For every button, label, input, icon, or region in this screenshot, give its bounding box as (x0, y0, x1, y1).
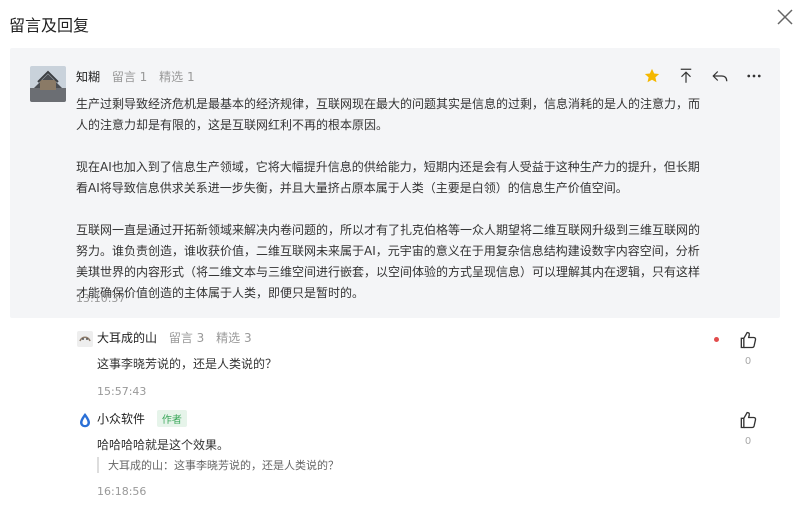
more-icon[interactable] (744, 66, 764, 86)
reply-icon[interactable] (710, 66, 730, 86)
comment-count: 留言 1 (111, 70, 148, 84)
reply-author-name[interactable]: 大耳成的山 (97, 331, 157, 345)
author-logo-icon[interactable] (77, 412, 93, 428)
featured-count: 精选 1 (159, 70, 195, 84)
main-comment-card: 知糊 留言 1 精选 1 生产过剩导致经济危机是最基本的经济规律，互联网现在最大… (10, 48, 780, 318)
reply-text: 这事李晓芳说的，还是人类说的？ (97, 357, 278, 371)
panel-title: 留言及回复 (9, 16, 90, 35)
comment-paragraph: 互联网一直是通过开拓新领域来解决内卷问题的，所以才有了扎克伯格等一众人期望将二维… (76, 223, 701, 300)
like-button[interactable]: 0 (738, 330, 758, 367)
like-count: 0 (744, 436, 752, 447)
avatar[interactable] (30, 66, 66, 102)
reply-author-line: 小众软件 作者 (97, 410, 187, 427)
reply-author-line: 大耳成的山 留言 3 精选 3 (97, 329, 252, 346)
comment-paragraph: 生产过剩导致经济危机是最基本的经济规律，互联网现在最大的问题其实是信息的过剩，信… (76, 97, 701, 132)
reply-text: 哈哈哈哈就是这个效果。 (97, 438, 230, 452)
author-badge: 作者 (156, 410, 187, 427)
like-button[interactable]: 0 (738, 410, 758, 447)
quoted-reply: 大耳成的山：这事李晓芳说的，还是人类说的？ (97, 457, 339, 473)
thumbs-up-icon (740, 331, 757, 349)
comment-timestamp: 13:10:37 (76, 292, 126, 305)
close-icon[interactable] (774, 6, 796, 28)
reply-timestamp: 16:18:56 (97, 485, 147, 498)
thumbs-up-icon (740, 411, 757, 429)
featured-count: 精选 3 (216, 331, 252, 345)
comment-paragraph: 现在AI也加入到了信息生产领域，它将大幅提升信息的供给能力，短期内还是会有人受益… (76, 160, 700, 195)
star-icon[interactable] (642, 66, 662, 86)
comment-content: 生产过剩导致经济危机是最基本的经济规律，互联网现在最大的问题其实是信息的过剩，信… (76, 94, 706, 304)
pin-top-icon[interactable] (676, 66, 696, 86)
comment-actions (642, 66, 764, 86)
comment-count: 留言 3 (168, 331, 205, 345)
like-count: 0 (744, 356, 752, 367)
reply-timestamp: 15:57:43 (97, 385, 147, 398)
unread-dot (714, 337, 719, 342)
avatar[interactable] (77, 331, 93, 347)
comment-author-line: 知糊 留言 1 精选 1 (76, 68, 195, 85)
comment-author-name[interactable]: 知糊 (76, 70, 100, 84)
reply-author-name[interactable]: 小众软件 (97, 412, 145, 426)
